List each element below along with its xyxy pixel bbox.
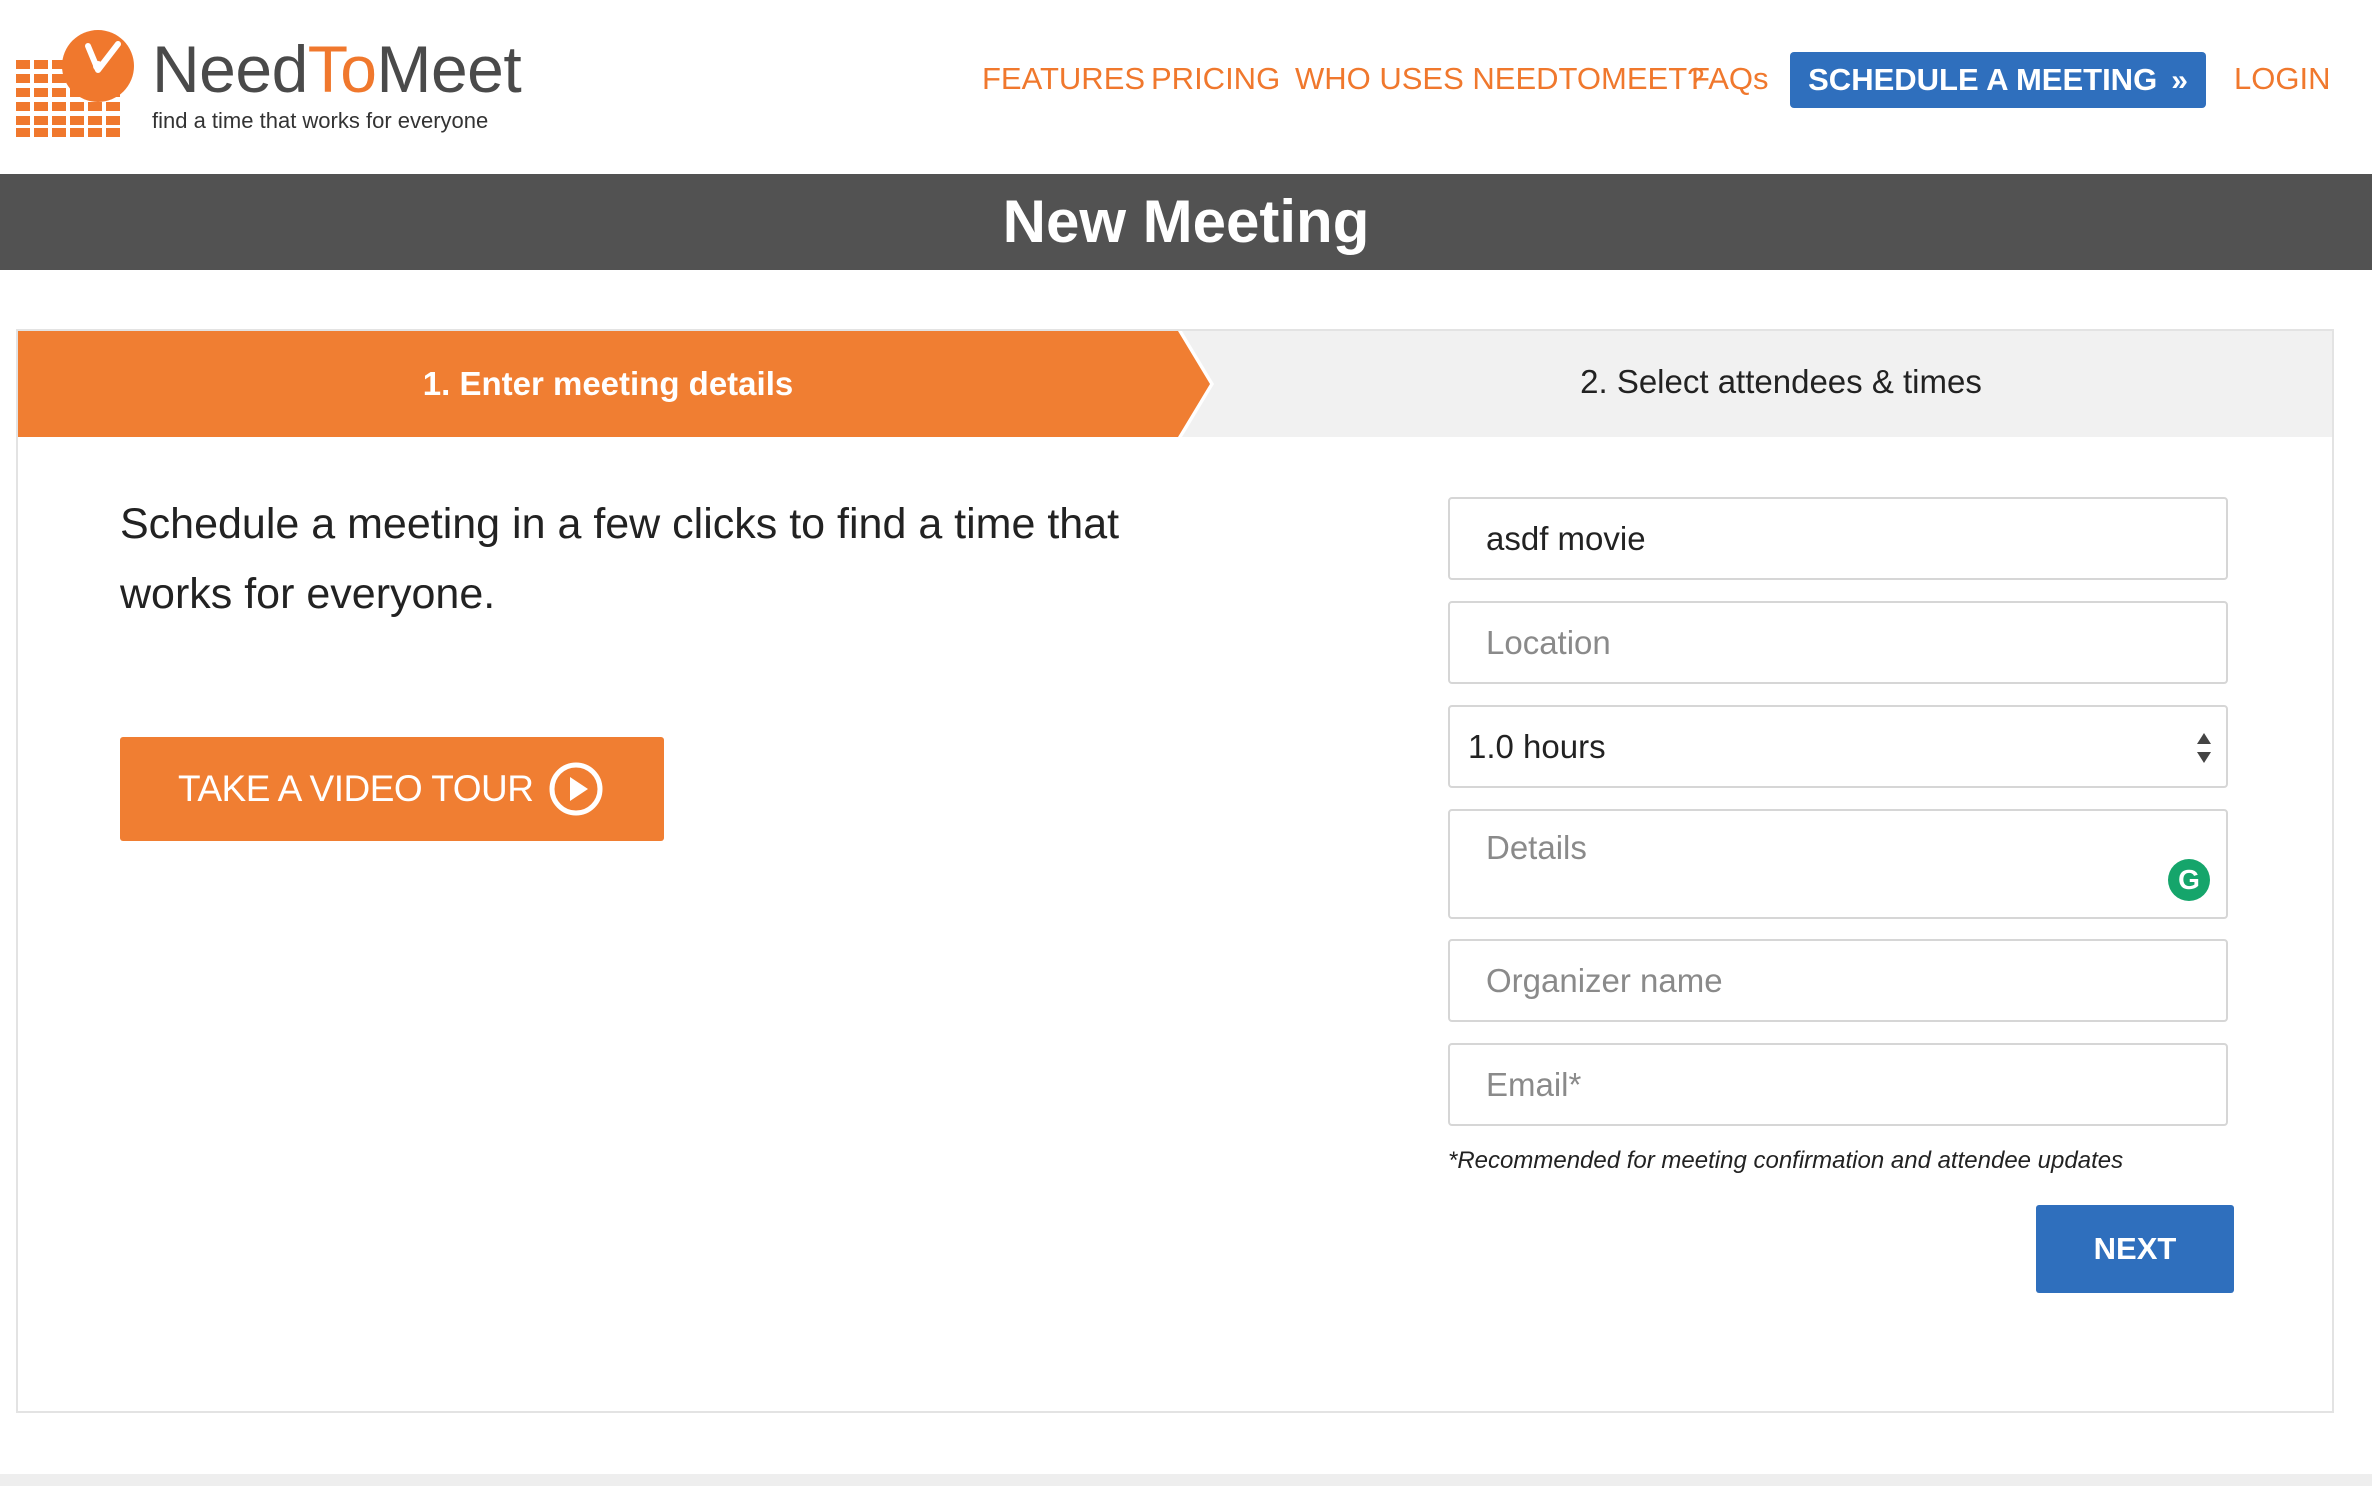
calendar-clock-logo-icon — [16, 30, 134, 137]
step-progress: 1. Enter meeting details 2. Select atten… — [18, 331, 2332, 437]
nav-login[interactable]: LOGIN — [2234, 50, 2330, 108]
step-1-tab: 1. Enter meeting details — [18, 331, 1230, 437]
step-2-label: 2. Select attendees & times — [1580, 363, 1982, 400]
page-title-bar: New Meeting — [0, 174, 2372, 270]
grammarly-icon[interactable]: G — [2168, 859, 2210, 901]
email-note: *Recommended for meeting confirmation an… — [1448, 1147, 2124, 1174]
page-title: New Meeting — [1002, 188, 1370, 255]
schedule-meeting-button[interactable]: SCHEDULE A MEETING » — [1790, 52, 2206, 108]
meeting-title-input[interactable]: asdf movie — [1448, 497, 2228, 580]
step-1-label: 1. Enter meeting details — [422, 365, 794, 402]
duration-value: 1.0 hours — [1468, 728, 1606, 765]
details-textarea[interactable]: Details G — [1448, 809, 2228, 919]
play-circle-icon — [549, 762, 603, 816]
nav-pricing[interactable]: PRICING — [1151, 50, 1280, 108]
location-input[interactable]: Location — [1448, 601, 2228, 684]
video-tour-label: TAKE A VIDEO TOUR — [178, 768, 534, 809]
brand-name: NeedToMeet — [152, 32, 522, 106]
email-input[interactable]: Email* — [1448, 1043, 2228, 1126]
duration-select[interactable]: 1.0 hours — [1448, 705, 2228, 788]
details-placeholder: Details — [1486, 829, 1587, 866]
nav-features[interactable]: FEATURES — [982, 50, 1145, 108]
video-tour-button[interactable]: TAKE A VIDEO TOUR — [120, 737, 664, 841]
select-arrows-icon — [2197, 733, 2211, 763]
intro-text: Schedule a meeting in a few clicks to fi… — [120, 500, 1120, 618]
schedule-meeting-label: SCHEDULE A MEETING — [1808, 62, 2158, 97]
meeting-form-card: 1. Enter meeting details 2. Select atten… — [16, 329, 2334, 1413]
nav-faqs[interactable]: FAQs — [1691, 50, 1769, 108]
brand-tagline: find a time that works for everyone — [152, 108, 489, 133]
footer-strip — [0, 1474, 2372, 1486]
next-button[interactable]: NEXT — [2036, 1205, 2234, 1293]
logo[interactable]: NeedToMeet find a time that works for ev… — [14, 28, 534, 148]
site-header: NeedToMeet find a time that works for ev… — [0, 0, 2372, 174]
nav-who-uses[interactable]: WHO USES NEEDTOMEET? — [1295, 50, 1704, 108]
double-chevron-right-icon: » — [2171, 64, 2188, 97]
organizer-name-input[interactable]: Organizer name — [1448, 939, 2228, 1022]
